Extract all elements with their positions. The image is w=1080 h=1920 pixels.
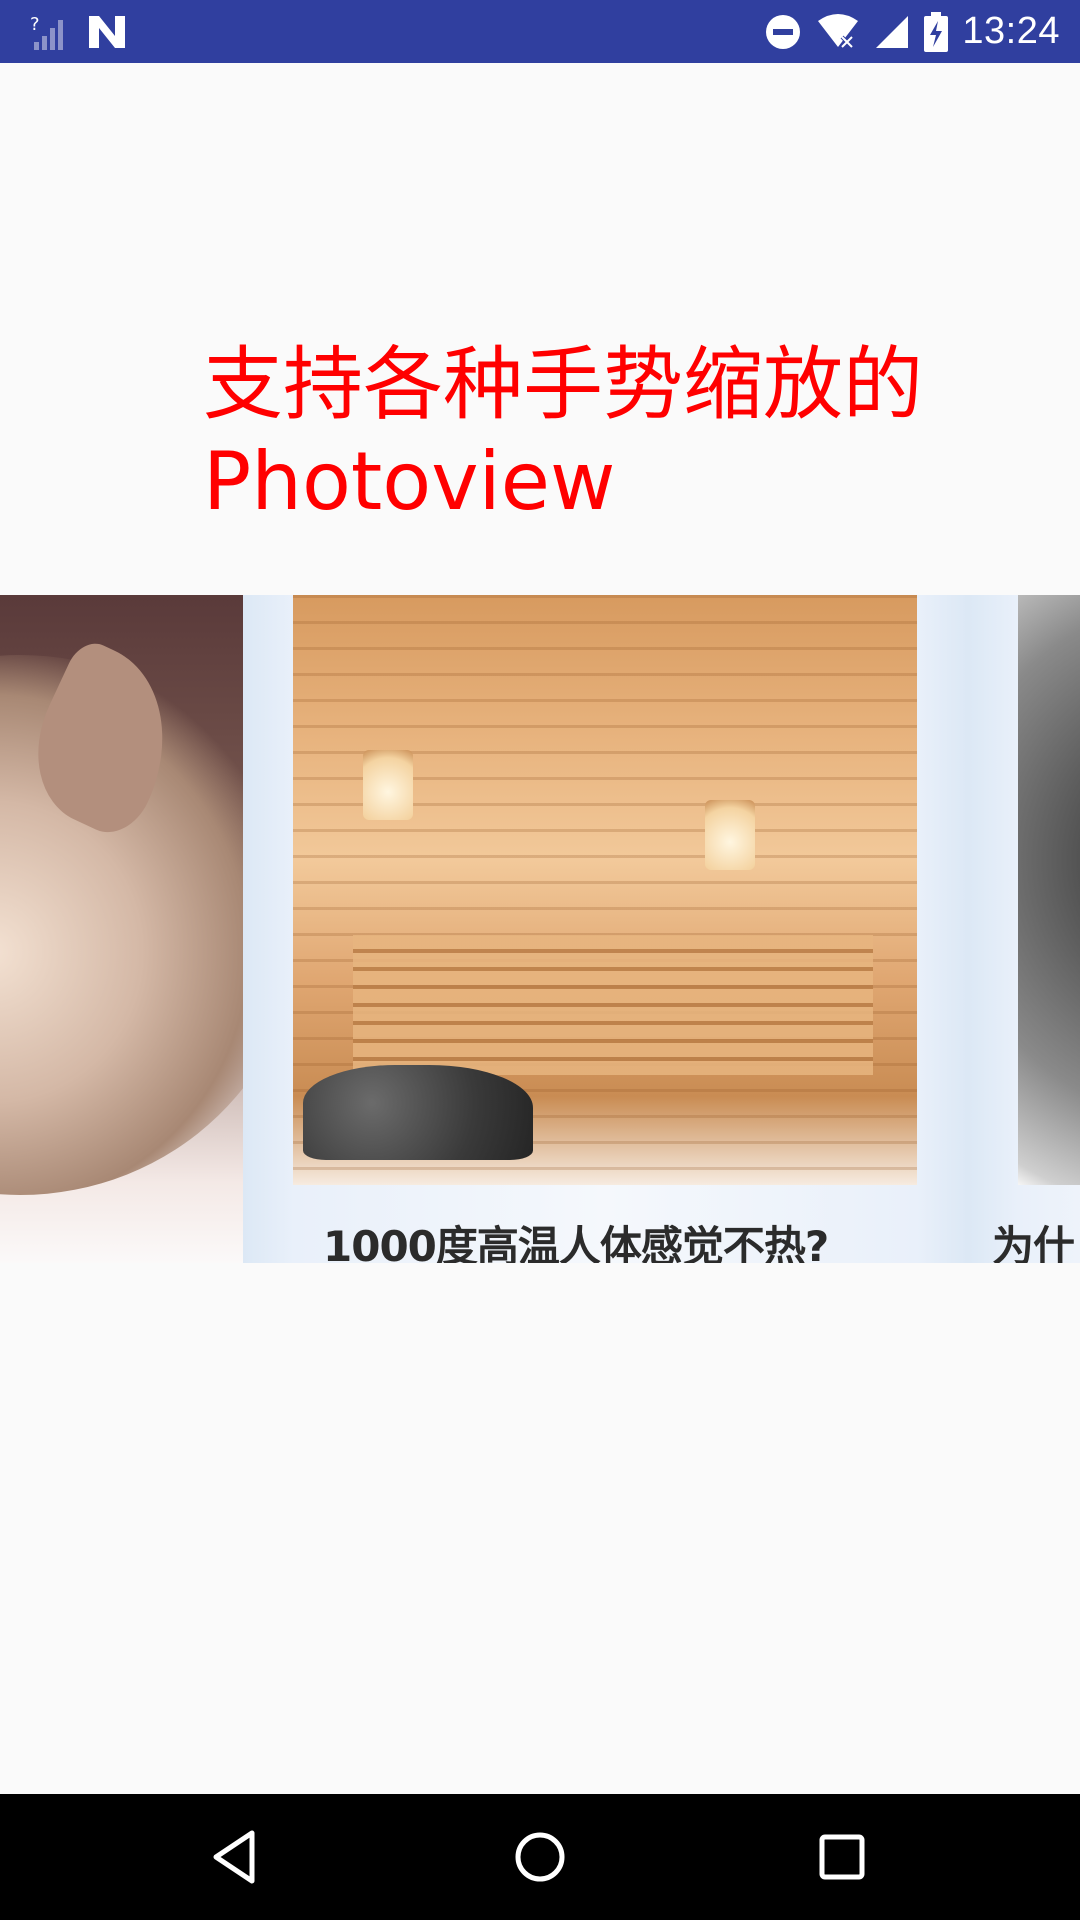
status-bar-right: 13:24 <box>764 8 1060 55</box>
dark-image <box>1018 595 1080 1185</box>
status-time: 13:24 <box>962 10 1060 52</box>
sauna-bench <box>353 935 873 1075</box>
svg-text:?: ? <box>30 14 40 35</box>
sauna-caption: 1000度高温人体感觉不热? <box>323 1222 829 1263</box>
back-icon[interactable] <box>206 1827 266 1887</box>
status-bar-left: ? <box>28 8 128 55</box>
sauna-image <box>293 595 917 1185</box>
wifi-off-icon <box>816 13 860 51</box>
gallery-item-dark[interactable]: 为什 <box>968 595 1080 1263</box>
page-title: 支持各种手势缩放的 Photoview <box>203 336 963 530</box>
dark-caption: 为什 <box>992 1222 1075 1263</box>
title-line-1: 支持各种手势缩放的 <box>203 338 923 431</box>
navigation-bar <box>0 1794 1080 1920</box>
sauna-lamp <box>363 750 413 820</box>
sauna-lamp <box>705 800 755 870</box>
recents-icon[interactable] <box>812 1827 872 1887</box>
status-bar: ? 13:24 <box>0 0 1080 63</box>
cell-signal-icon <box>874 14 910 50</box>
photo-gallery[interactable]: 1000度高温人体感觉不热? 为什 <box>0 595 1080 1263</box>
do-not-disturb-icon <box>764 13 802 51</box>
gallery-item-cat[interactable] <box>0 595 243 1263</box>
gallery-item-sauna[interactable]: 1000度高温人体感觉不热? <box>243 595 968 1263</box>
signal-unknown-icon: ? <box>28 12 68 52</box>
title-line-2: Photoview <box>203 435 616 528</box>
sauna-stones <box>303 1065 533 1160</box>
battery-charging-icon <box>924 11 949 52</box>
n-notification-icon <box>86 14 128 50</box>
home-icon[interactable] <box>510 1827 570 1887</box>
